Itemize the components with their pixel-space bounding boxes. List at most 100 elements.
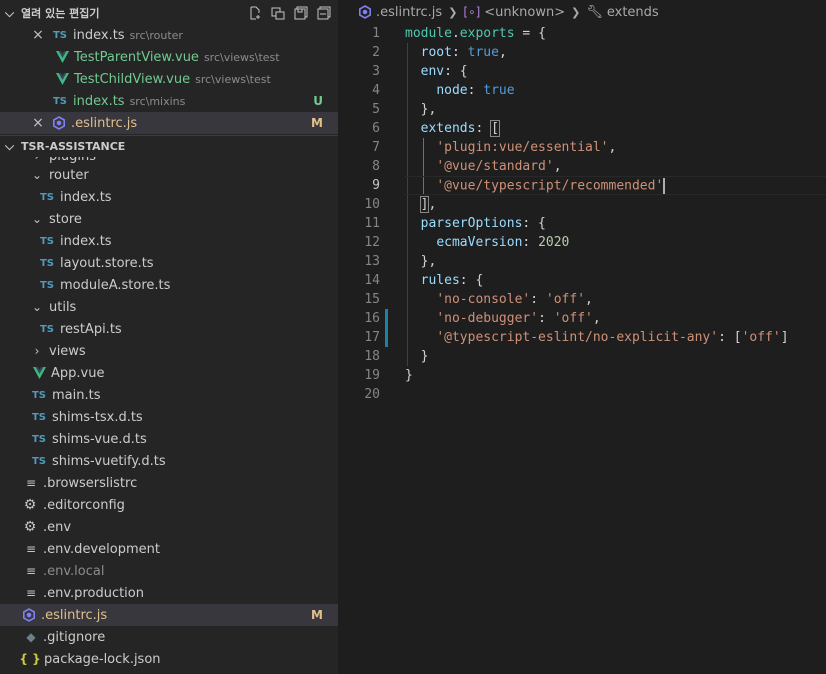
tree-file[interactable]: ⚙ .editorconfig: [0, 494, 338, 516]
breadcrumb: .eslintrc.js ❯ [∘] <unknown> ❯ 🔧︎ extend…: [338, 0, 826, 24]
tree-file[interactable]: ⚙ .env: [0, 516, 338, 538]
tree-item-label: .eslintrc.js: [41, 607, 108, 623]
code-line[interactable]: 7 'plugin:vue/essential',: [338, 138, 826, 157]
code-line[interactable]: 18 }: [338, 347, 826, 366]
open-editor-name: .eslintrc.js: [71, 115, 138, 131]
open-editors-header[interactable]: ⌵ 열려 있는 편집기: [0, 2, 338, 24]
code-text: }: [405, 349, 429, 364]
tree-folder[interactable]: ⌄ utils: [0, 296, 338, 318]
close-icon[interactable]: ×: [28, 27, 48, 43]
code-token: },: [405, 254, 437, 269]
tree-file[interactable]: App.vue: [0, 362, 338, 384]
tree-item-label: .browserslistrc: [43, 475, 138, 491]
code-line[interactable]: 15 'no-console': 'off',: [338, 290, 826, 309]
eslint-file-icon: [358, 5, 372, 19]
tree-item-label: utils: [49, 299, 77, 315]
explorer-folder-header[interactable]: ⌵ TSR-ASSISTANCE: [0, 135, 338, 157]
open-editor-item[interactable]: TestParentView.vue src\views\test: [0, 46, 338, 68]
new-untitled-file-icon[interactable]: [246, 4, 263, 21]
code-line[interactable]: 10 ],: [338, 195, 826, 214]
tree-folder[interactable]: › views: [0, 340, 338, 362]
tree-file[interactable]: TS shims-vuetify.d.ts: [0, 450, 338, 472]
open-editor-item[interactable]: × TS index.ts src\router: [0, 24, 338, 46]
code-token: : [: [718, 330, 742, 345]
tree-file[interactable]: TS restApi.ts: [0, 318, 338, 340]
code-token: ,: [428, 197, 437, 212]
code-line[interactable]: 11 parserOptions: {: [338, 214, 826, 233]
tree-file[interactable]: ≡ .browserslistrc: [0, 472, 338, 494]
code-line[interactable]: 13 },: [338, 252, 826, 271]
untracked-badge: U: [313, 94, 323, 108]
breadcrumb-file[interactable]: .eslintrc.js: [376, 5, 442, 20]
code-line[interactable]: 8 '@vue/standard',: [338, 157, 826, 176]
tree-file[interactable]: TS index.ts: [0, 186, 338, 208]
code-text: rules: {: [405, 273, 484, 288]
code-line[interactable]: 16 'no-debugger': 'off',: [338, 309, 826, 328]
code-token: ,: [592, 311, 601, 326]
tree-file-selected[interactable]: .eslintrc.js M: [0, 604, 338, 626]
open-editor-item-active[interactable]: × .eslintrc.js M: [0, 112, 338, 134]
tree-file[interactable]: ≡ .env.local: [0, 560, 338, 582]
tree-item-label: plugins: [49, 157, 96, 164]
code-line[interactable]: 12 ecmaVersion: 2020: [338, 233, 826, 252]
collapse-all-icon[interactable]: [315, 4, 332, 21]
line-number: 4: [372, 83, 380, 98]
code-line[interactable]: 17 '@typescript-eslint/no-explicit-any':…: [338, 328, 826, 347]
code-token: ,: [585, 292, 593, 307]
tree-folder[interactable]: ⌄ store: [0, 208, 338, 230]
chevron-right-icon: ❯: [448, 5, 458, 19]
close-icon[interactable]: ×: [28, 115, 48, 131]
line-number: 7: [372, 140, 380, 155]
code-text: env: {: [405, 64, 468, 79]
breadcrumb-symbol[interactable]: extends: [607, 5, 659, 20]
code-token: },: [405, 102, 437, 117]
tree-file[interactable]: TS shims-tsx.d.ts: [0, 406, 338, 428]
new-folder-icon[interactable]: [269, 4, 286, 21]
code-editor[interactable]: .eslintrc.js ❯ [∘] <unknown> ❯ 🔧︎ extend…: [338, 0, 826, 674]
open-editors-actions: [246, 4, 332, 21]
breadcrumb-symbol[interactable]: <unknown>: [484, 5, 565, 20]
text-file-icon: ≡: [25, 542, 37, 556]
modified-badge: M: [311, 116, 323, 130]
tree-file[interactable]: TS moduleA.store.ts: [0, 274, 338, 296]
tree-file[interactable]: ≡ .env.production: [0, 582, 338, 604]
code-line[interactable]: 1 module.exports = {: [338, 24, 826, 43]
code-line[interactable]: 6 extends: [: [338, 119, 826, 138]
save-all-icon[interactable]: [292, 4, 309, 21]
tree-folder[interactable]: ⌄ router: [0, 164, 338, 186]
code-line[interactable]: 19}: [338, 366, 826, 385]
tree-file[interactable]: ◆ .gitignore: [0, 626, 338, 648]
code-text: },: [405, 102, 437, 117]
tree-file[interactable]: TS main.ts: [0, 384, 338, 406]
tree-file[interactable]: TS layout.store.ts: [0, 252, 338, 274]
code-line[interactable]: 5 },: [338, 100, 826, 119]
vue-file-icon: [33, 367, 46, 379]
code-line[interactable]: 14 rules: {: [338, 271, 826, 290]
line-number: 6: [372, 121, 380, 136]
code-line[interactable]: 3 env: {: [338, 62, 826, 81]
eslint-file-icon: [22, 608, 36, 622]
open-editor-item[interactable]: TestChildView.vue src\views\test: [0, 68, 338, 90]
open-editor-path: src\views\test: [195, 72, 271, 86]
chevron-down-icon: ⌵: [5, 5, 15, 20]
json-file-icon: { }: [19, 652, 41, 666]
code-line[interactable]: 20: [338, 385, 826, 404]
code-token: extends: [420, 121, 476, 136]
tree-file[interactable]: ≡ .env.development: [0, 538, 338, 560]
code-text: node: true: [405, 83, 514, 98]
code-line[interactable]: 2 root: true,: [338, 43, 826, 62]
code-token: :: [522, 235, 539, 250]
code-text: '@vue/standard',: [405, 159, 561, 174]
open-editor-item[interactable]: TS index.ts src\mixins U: [0, 90, 338, 112]
tree-file[interactable]: TS index.ts: [0, 230, 338, 252]
code-line[interactable]: 4 node: true: [338, 81, 826, 100]
typescript-file-icon: TS: [39, 235, 55, 247]
line-number: 19: [364, 368, 380, 383]
tree-file[interactable]: TS shims-vue.d.ts: [0, 428, 338, 450]
code-token: 2020: [538, 235, 570, 250]
tree-file[interactable]: { } package-lock.json: [0, 648, 338, 670]
code-line[interactable]: 9 '@vue/typescript/recommended': [338, 176, 826, 195]
